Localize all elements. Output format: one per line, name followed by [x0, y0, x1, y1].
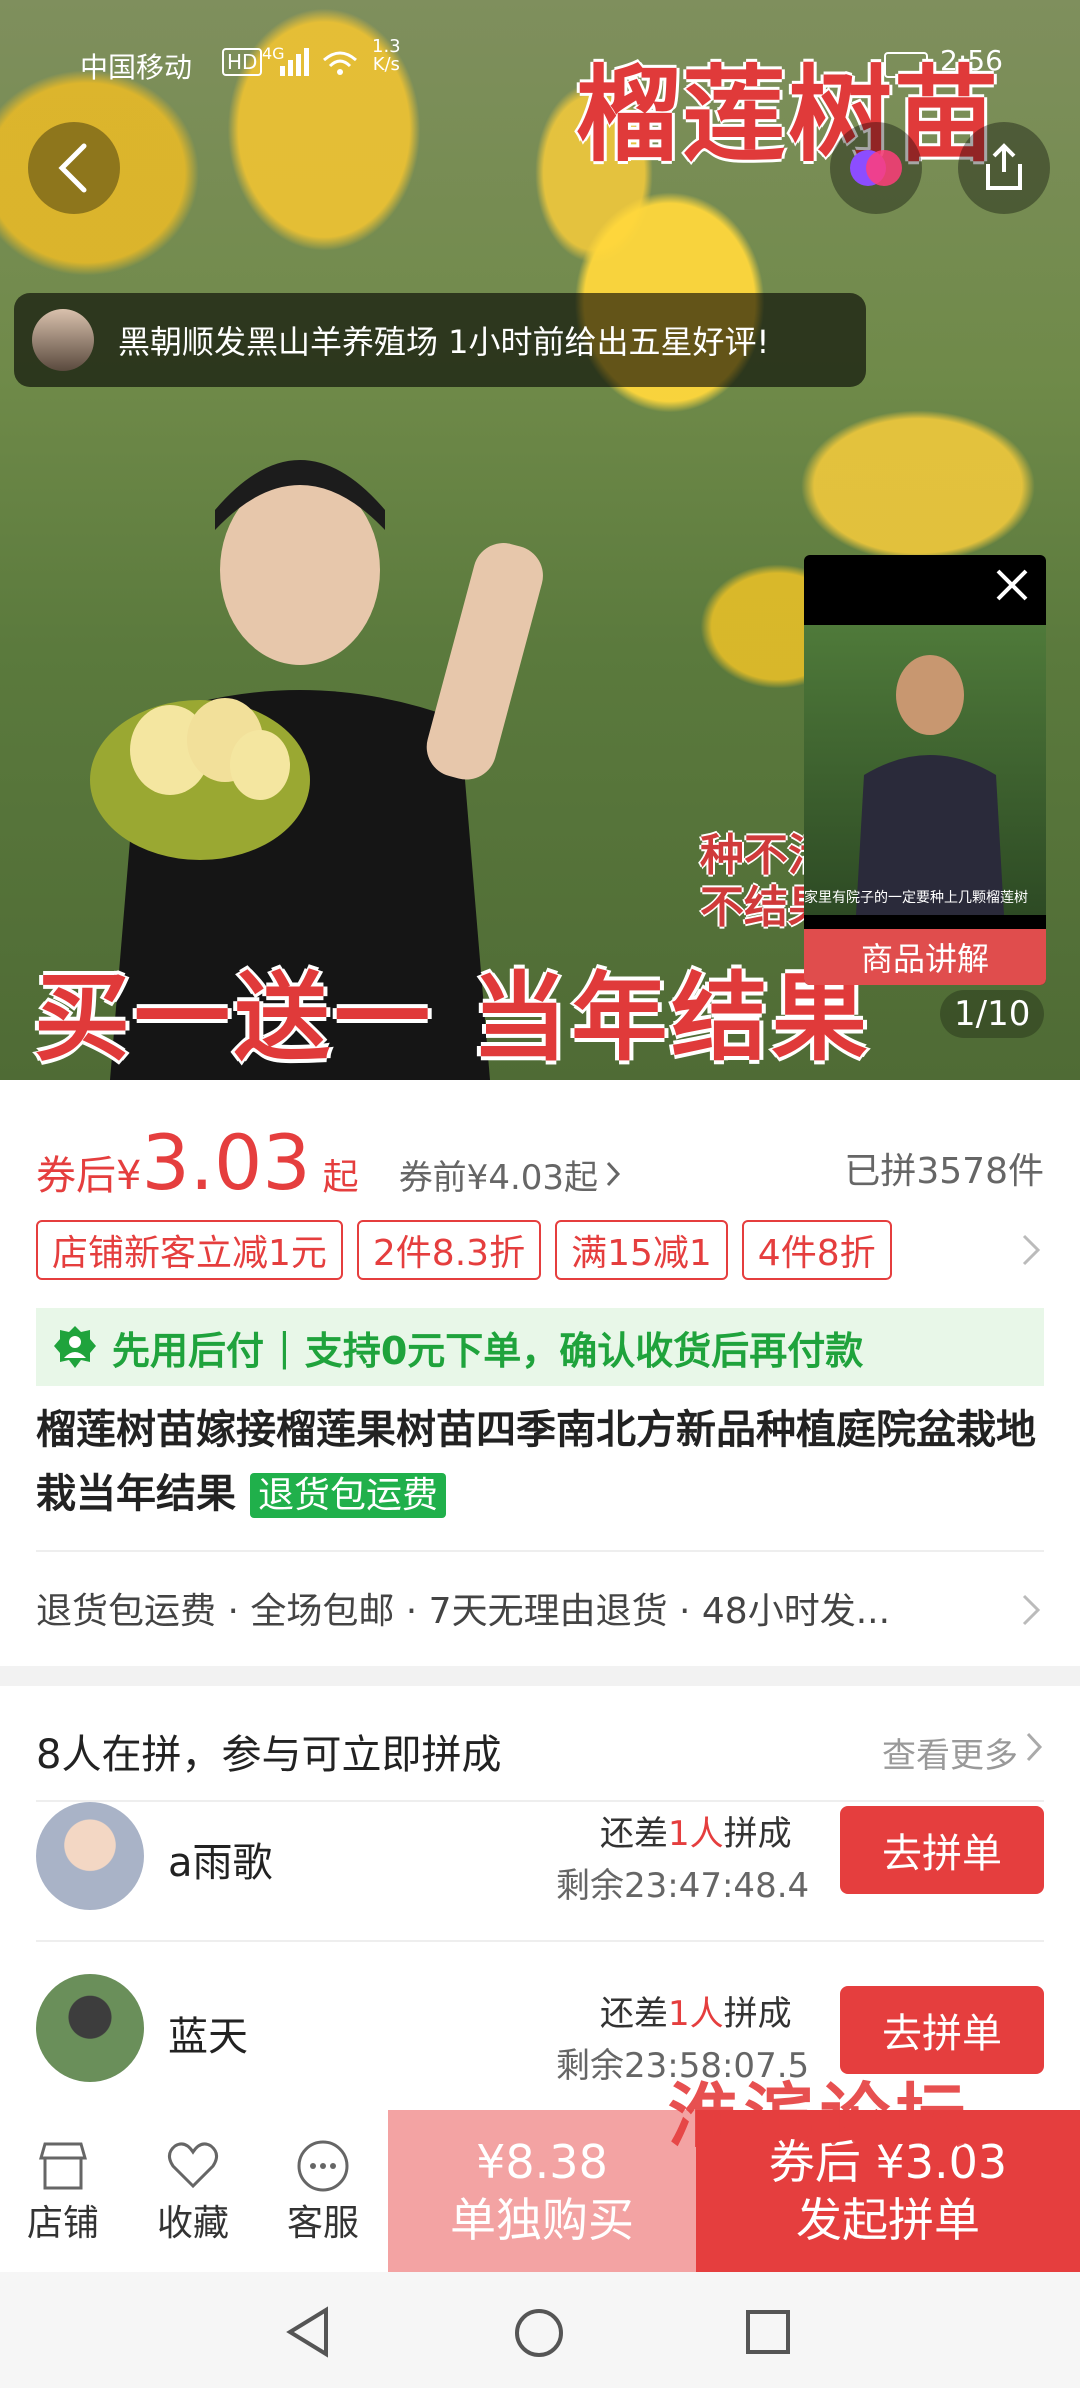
chat-icon: [297, 2140, 349, 2192]
need-count: 1人: [668, 1814, 724, 1854]
share-button[interactable]: [958, 122, 1050, 214]
product-title-text: 榴莲树苗嫁接榴莲果树苗四季南北方新品种植庭院盆栽地栽当年结果: [36, 1407, 1036, 1517]
close-icon: [996, 569, 1028, 601]
chevron-right-icon: [1026, 1732, 1043, 1762]
group-label: 发起拼单: [796, 2193, 980, 2247]
chevron-right-icon[interactable]: [1020, 1232, 1044, 1268]
promo-tag[interactable]: 店铺新客立减1元: [36, 1220, 343, 1280]
chevron-left-icon: [58, 143, 87, 193]
price-after-label: 券后: [36, 1153, 116, 1199]
price-currency: ¥: [116, 1153, 142, 1199]
status-speed: 1.3 K/s: [372, 38, 401, 74]
price-row: 券后 ¥ 3.03 起 券前¥4.03起: [36, 1118, 624, 1207]
join-group-button[interactable]: 去拼单: [840, 1806, 1044, 1894]
group-need: 还差1人拼成: [600, 1806, 792, 1855]
video-close-button[interactable]: [992, 565, 1032, 609]
carousel-pager: 1/10: [940, 990, 1045, 1038]
pay-later-icon: [54, 1326, 96, 1368]
need-prefix: 还差: [600, 1814, 668, 1854]
divider: [36, 1550, 1044, 1552]
heart-icon: [168, 2142, 218, 2189]
single-label: 单独购买: [450, 2193, 634, 2247]
status-hd-badge: HD: [222, 48, 263, 76]
hero-title: 榴莲树苗: [576, 54, 1001, 176]
video-label[interactable]: 商品讲解: [804, 929, 1046, 985]
status-carrier: 中国移动: [80, 51, 193, 84]
service-guarantees[interactable]: 退货包运费 · 全场包邮 · 7天无理由退货 · 48小时发...: [36, 1582, 890, 1634]
pay-later-desc: 支持0元下单，确认收货后再付款: [304, 1328, 864, 1373]
group-user-name: 蓝天: [168, 2014, 248, 2060]
price-before[interactable]: 券前¥4.03起: [399, 1150, 598, 1199]
need-suffix: 拼成: [723, 1994, 792, 2034]
sold-count: 已拼3578件: [844, 1151, 1044, 1192]
favorite-button[interactable]: 收藏: [138, 2138, 248, 2246]
group-row: a雨歌 还差1人拼成 剩余23:47:48.4 去拼单: [0, 1800, 1080, 1940]
chevron-right-icon: [606, 1161, 621, 1187]
need-suffix: 拼成: [723, 1814, 792, 1854]
home-circle-icon[interactable]: [512, 2306, 566, 2360]
wifi-icon: [323, 51, 357, 75]
hero-slogan: 买一送一 当年结果: [34, 962, 872, 1074]
view-more-link[interactable]: 查看更多: [882, 1728, 1018, 1777]
promo-tag[interactable]: 2件8.3折: [356, 1220, 542, 1280]
pay-later-separator: |: [278, 1325, 291, 1369]
promo-tag[interactable]: 满15减1: [555, 1220, 728, 1280]
chevron-right-icon[interactable]: [1020, 1592, 1044, 1628]
signal-icon: [280, 48, 309, 76]
live-logo-icon: [850, 150, 902, 186]
return-shipping-badge: 退货包运费: [249, 1473, 446, 1518]
divider: [36, 1940, 1044, 1942]
shop-label: 店铺: [26, 2203, 99, 2244]
price-suffix: 起: [322, 1157, 359, 1198]
need-count: 1人: [668, 1994, 724, 2034]
avatar: [36, 1974, 144, 2082]
shop-icon: [39, 2142, 87, 2190]
back-triangle-icon[interactable]: [284, 2306, 332, 2358]
video-thumbnail[interactable]: [804, 625, 1046, 915]
need-prefix: 还差: [600, 1994, 668, 2034]
group-timer: 剩余23:47:48.4: [556, 1866, 810, 1906]
pay-later-banner[interactable]: 先用后付 | 支持0元下单，确认收货后再付款: [36, 1308, 1044, 1386]
back-button[interactable]: [28, 122, 120, 214]
forum-watermark: 淮滨论坛: [668, 2075, 972, 2157]
reviewer-avatar: [32, 309, 94, 371]
group-buy-heading: 8人在拼，参与可立即拼成: [36, 1732, 502, 1778]
favorite-label: 收藏: [156, 2203, 229, 2244]
promo-tag[interactable]: 4件8折: [741, 1220, 892, 1280]
buy-single-button[interactable]: ¥8.38 单独购买: [388, 2110, 696, 2272]
product-title: 榴莲树苗嫁接榴莲果树苗四季南北方新品种植庭院盆栽地栽当年结果 退货包运费: [36, 1398, 1046, 1528]
live-logo-button[interactable]: [830, 122, 922, 214]
shop-button[interactable]: 店铺: [8, 2138, 118, 2246]
share-icon: [986, 143, 1022, 190]
section-divider: [0, 1666, 1080, 1686]
price-value: 3.03: [141, 1118, 311, 1207]
customer-service-label: 客服: [286, 2203, 359, 2244]
promo-tags: 店铺新客立减1元 2件8.3折 满15减1 4件8折: [36, 1220, 892, 1280]
status-speed-unit: K/s: [372, 54, 400, 75]
group-need: 还差1人拼成: [600, 1986, 792, 2035]
single-price: ¥8.38: [476, 2135, 608, 2189]
group-user-name: a雨歌: [168, 1840, 273, 1886]
review-banner: 黑朝顺发黑山羊养殖场 1小时前给出五星好评!: [14, 293, 866, 387]
avatar: [36, 1802, 144, 1910]
system-navigation-bar: [0, 2272, 1080, 2388]
video-explainer-window[interactable]: 家里有院子的一定要种上几颗榴莲树 商品讲解: [804, 555, 1046, 985]
recents-square-icon[interactable]: [744, 2308, 792, 2356]
video-figure: [856, 655, 1004, 915]
customer-service-button[interactable]: 客服: [268, 2138, 378, 2246]
pay-later-title: 先用后付: [112, 1328, 265, 1373]
review-text: 黑朝顺发黑山羊养殖场 1小时前给出五星好评!: [118, 323, 770, 361]
video-caption: 家里有院子的一定要种上几颗榴莲树: [804, 890, 1028, 906]
